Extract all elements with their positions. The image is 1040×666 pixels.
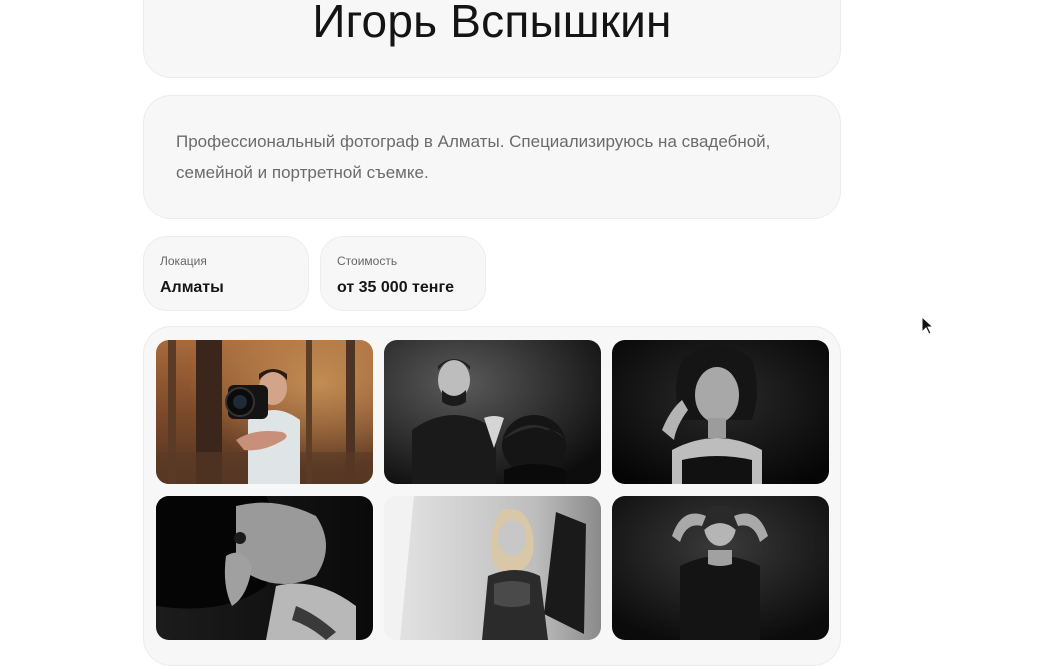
price-label: Стоимость xyxy=(337,254,398,268)
mouse-cursor-icon xyxy=(921,316,935,335)
description-card: Профессиональный фотограф в Алматы. Спец… xyxy=(143,95,841,219)
price-value: от 35 000 тенге xyxy=(337,279,454,296)
gallery-photo[interactable] xyxy=(612,496,829,640)
location-value: Алматы xyxy=(160,279,224,296)
gallery-photo[interactable] xyxy=(156,496,373,640)
price-card: Стоимость от 35 000 тенге xyxy=(320,236,486,311)
page-title: Игорь Вспышкин xyxy=(312,0,672,47)
portfolio-gallery xyxy=(143,326,841,666)
gallery-photo[interactable] xyxy=(156,340,373,484)
gallery-photo[interactable] xyxy=(384,496,601,640)
location-card: Локация Алматы xyxy=(143,236,309,311)
gallery-photo[interactable] xyxy=(612,340,829,484)
location-label: Локация xyxy=(160,254,207,268)
profile-header: Игорь Вспышкин xyxy=(143,0,841,78)
profile-description: Профессиональный фотограф в Алматы. Спец… xyxy=(176,132,771,182)
gallery-photo[interactable] xyxy=(384,340,601,484)
